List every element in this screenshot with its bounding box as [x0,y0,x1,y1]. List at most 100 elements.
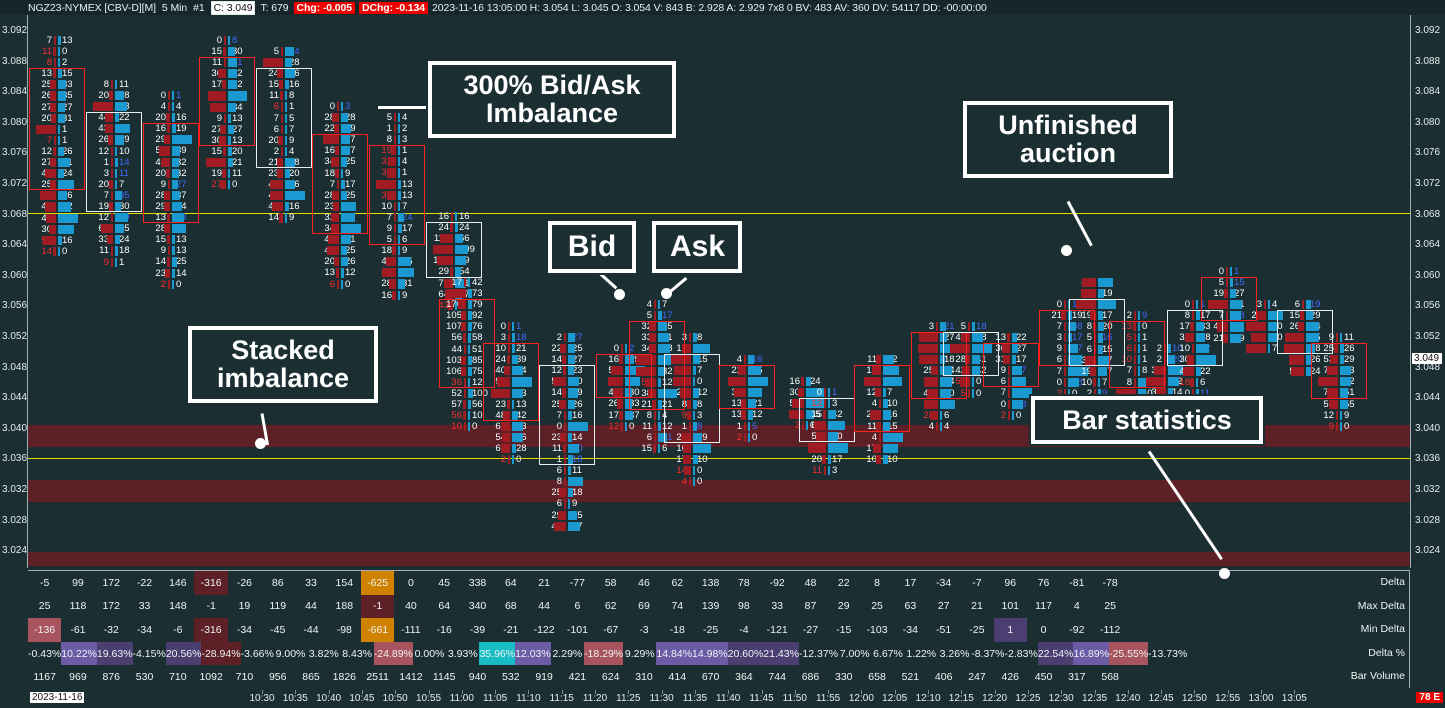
bar-statistics-table[interactable]: -5 99 172 -22 146 -316 -26 86 33 154 -625 0 45 338 64 2… [28,570,1410,688]
bid-histogram [502,432,510,443]
bid-volume-cell: 25 [1312,343,1338,354]
bid-volume-cell: 29 [427,266,453,277]
bid-histogram [1153,366,1166,376]
bid-histogram [1185,333,1194,343]
bid-histogram [439,234,453,244]
bid-histogram [681,432,691,442]
footprint-bar[interactable]: 0131810212439407491137130732313484264735… [483,321,539,465]
bid-volume-cell: 0 [1202,266,1228,277]
bid-histogram [611,366,623,376]
ask-histogram [285,102,287,112]
bid-volume-cell: 53 [944,376,970,387]
ask-histogram [512,399,514,409]
ask-volume-cell: 9 [285,135,311,146]
footprint-bar[interactable]: 3818354215367380231288931820191637171014… [664,332,720,487]
footprint-cluster-layer[interactable]: 7131108213152533263527272031831711226275… [0,15,1410,568]
footprint-bar[interactable]: 0815301141364217427886703491327273013152… [199,35,255,190]
bid-volume-cell: 75 [257,57,283,68]
time-tick-mark [928,690,929,694]
bid-histogram [508,455,510,465]
stat-cell: -1 [360,594,395,619]
bid-histogram [654,300,656,310]
footprint-bar[interactable]: 2272225142712235040143925267160762314114… [539,332,595,532]
price-axis-right[interactable]: 3.092 3.088 3.084 3.080 3.076 3.072 3.068 3.064… [1411,15,1445,568]
bid-histogram [683,443,691,454]
bid-volume-cell: 21 [630,399,656,410]
footprint-bar[interactable]: 5412831913243818313391310772491756189415… [369,112,425,301]
stat-cell: -316 [194,618,228,642]
time-tick-label: 11:50 [782,693,807,704]
ask-volume-cell: 1 [828,387,854,398]
ask-histogram [1196,300,1198,310]
close-price-field[interactable]: C: 3.049 [210,0,256,15]
ask-volume-cell: 20 [285,168,311,179]
bid-histogram [1064,355,1066,365]
bid-volume-cell: 20 [665,432,691,443]
ask-histogram [748,410,753,420]
bid-histogram [451,212,453,222]
bid-volume-cell: 11 [257,90,283,101]
bid-histogram [564,466,566,476]
ask-histogram [115,179,117,189]
bid-volume-cell: 42 [257,201,283,212]
time-axis[interactable]: 2023-11-16 78 E 10:30 10:35 10:40 10:45 10:5… [0,690,1445,708]
footprint-row: 16 9 [370,290,424,301]
bid-histogram [563,477,566,487]
ask-histogram [693,443,711,454]
stat-cell: 658 [868,671,886,684]
bid-volume-cell: 2 [484,454,510,465]
bid-histogram [744,421,746,431]
stat-cell: 710 [235,671,254,684]
time-tick-mark [1027,690,1029,694]
footprint-row: 94103 [800,442,854,453]
bid-volume-cell: 51 [912,399,938,410]
footprint-bar[interactable]: 8112048104634422437726491210114311207735… [86,79,142,268]
bid-volume-cell: 63 [87,223,113,234]
footprint-bar[interactable]: 0144201616192992523941322032927283729441… [143,90,199,290]
ask-volume-cell: 36 [285,179,311,190]
footprint-bar[interactable]: 13223627311794766279104820 [983,332,1039,421]
ask-volume-cell: 47 [1012,365,1038,376]
ask-histogram [512,366,523,376]
bid-volume-cell: 28 [912,410,938,421]
bid-volume-cell: 50 [540,376,566,387]
ask-volume-cell: 80 [341,223,367,234]
footprint-row: 6337 [313,134,367,145]
bid-volume-cell: 4 [665,476,691,487]
bid-volume-cell: 28 [313,190,339,201]
time-tick-label: 11:45 [749,693,774,704]
footprint-row: 7 24 [370,212,424,223]
bid-histogram [636,355,656,365]
stat-cell: 27 [937,600,950,613]
bid-histogram [562,355,566,365]
bid-volume-cell: 8 [87,79,113,90]
time-tick-mark [761,690,763,694]
bid-volume-cell: 47 [720,376,746,387]
ask-volume-cell: 77 [115,123,141,134]
ask-histogram [58,224,75,234]
footprint-bar[interactable]: 416223547523037132113121520 [719,354,775,443]
bid-histogram [1094,333,1096,343]
bid-histogram [163,224,170,234]
stat-cell: 670 [701,671,720,684]
footprint-row: 54 [370,112,424,123]
footprint-bar[interactable]: 0328282239633716373425189717282523603257… [312,101,368,290]
ask-histogram [828,443,848,453]
footprint-row: 118 [257,90,311,101]
bid-volume-cell: 14 [540,354,566,365]
footprint-bar[interactable]: 7131108213152533263527272031831711226275… [29,35,85,257]
footprint-row: 4422 [87,112,141,123]
footprint-row: 38 [665,332,719,343]
ask-histogram [172,179,178,189]
ask-volume-cell: 52 [748,376,774,387]
footprint-bar[interactable]: 5347528243615161186175672092421382320493… [256,46,312,224]
callout-bid-line1: Bid [567,230,617,263]
footprint-bar[interactable]: 911252653297773134727751585512990 [1311,332,1367,432]
footprint-row: 27 0 [200,179,254,190]
footprint-row: 9 11 [1312,332,1366,343]
ask-volume-cell: 31 [58,113,84,124]
footprint-bar[interactable]: 1122183234381274102216111544117301010 [854,354,910,465]
stat-cell: 865 [302,671,320,684]
stat-cell: 9.00% [275,647,306,660]
bid-histogram [1191,344,1194,354]
